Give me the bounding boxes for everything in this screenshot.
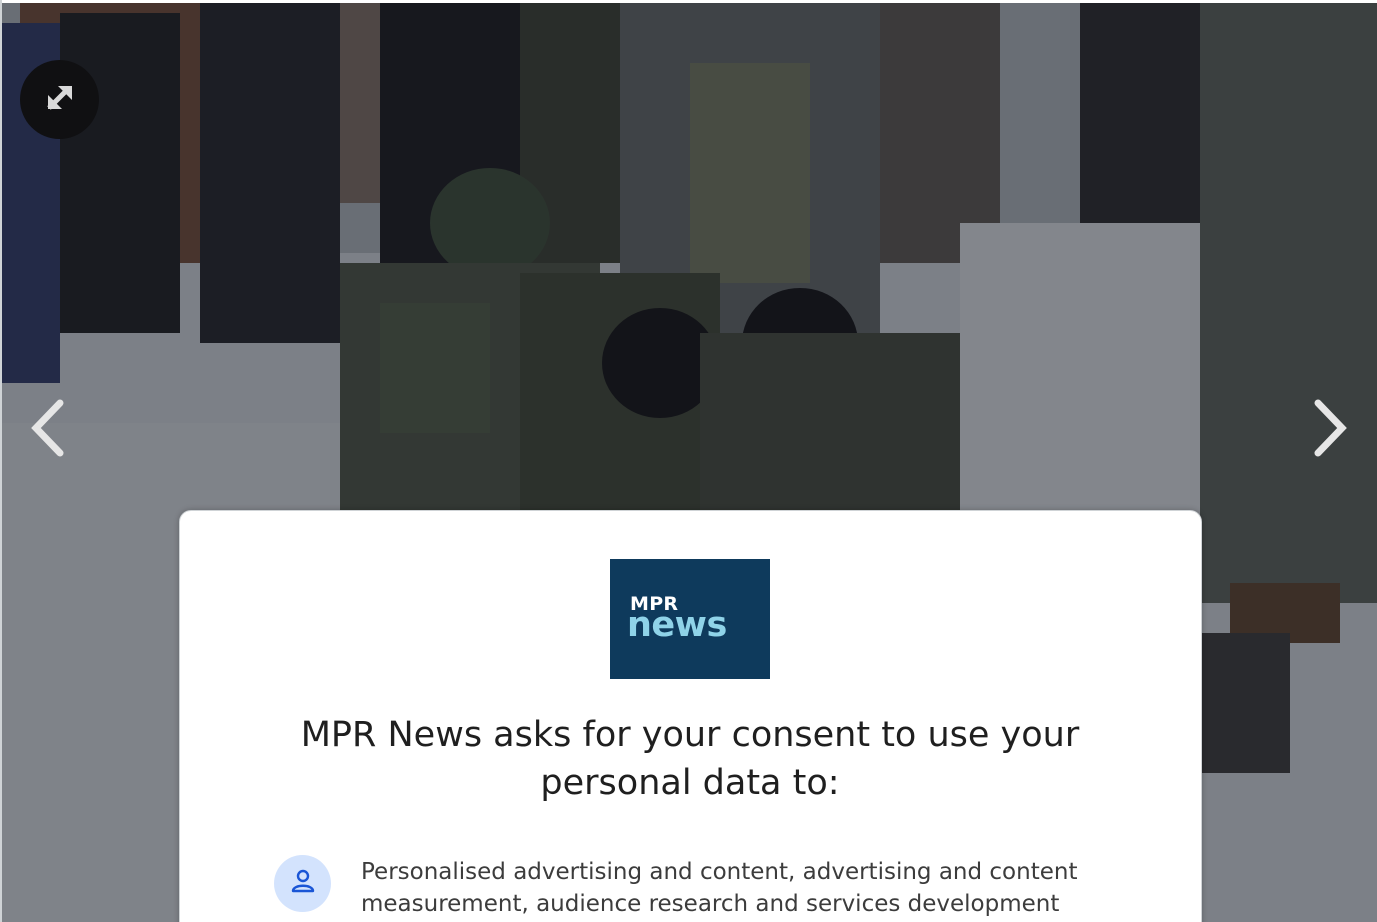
mpr-news-logo: MPR news <box>610 559 770 679</box>
consent-dialog: MPR news MPR News asks for your consent … <box>179 510 1202 922</box>
consent-title: MPR News asks for your consent to use yo… <box>300 715 1080 803</box>
top-border <box>0 0 1377 3</box>
purpose-icon-circle <box>274 855 331 912</box>
purpose-description: Personalised advertising and content, ad… <box>361 859 1078 917</box>
logo-line-2: news <box>627 605 727 645</box>
page: MPR news MPR News asks for your consent … <box>0 0 1377 922</box>
previous-image-button[interactable] <box>26 395 70 461</box>
expand-button[interactable] <box>20 60 99 139</box>
expand-arrows-icon <box>35 72 85 127</box>
person-icon <box>289 867 317 900</box>
chevron-left-icon <box>26 399 70 465</box>
next-image-button[interactable] <box>1308 395 1352 461</box>
chevron-right-icon <box>1308 399 1352 465</box>
left-border <box>0 0 2 922</box>
